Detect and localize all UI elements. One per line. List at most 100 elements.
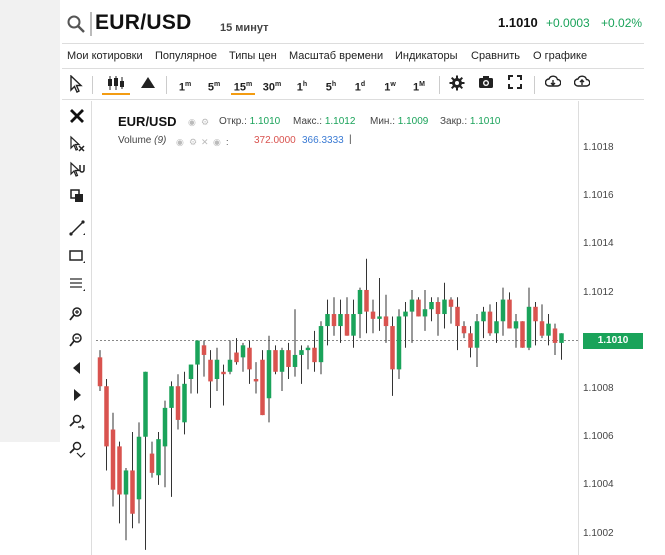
- scroll-left-icon[interactable]: [68, 359, 86, 377]
- candle: [559, 333, 564, 360]
- magnet-icon[interactable]: [68, 161, 86, 179]
- drawing-tools-panel: [62, 101, 92, 555]
- candle: [214, 347, 220, 392]
- quote-header: EUR/USD 15 минут 1.1010 +0.0003 +0.02%: [62, 8, 652, 38]
- candle: [526, 287, 532, 351]
- candle: [377, 277, 382, 331]
- price-tick: 1.1002: [583, 528, 614, 539]
- price-change-absolute: +0.0003: [546, 16, 590, 30]
- chart-plot: [96, 258, 578, 550]
- candle: [221, 364, 226, 406]
- menu-my-quotes[interactable]: Мои котировки: [67, 50, 143, 62]
- last-price: 1.1010: [498, 15, 538, 30]
- candle: [273, 345, 278, 375]
- interval-1m-button[interactable]: 1m: [176, 75, 194, 95]
- volume-settings-icon[interactable]: ⚙: [189, 137, 197, 148]
- candle: [520, 321, 525, 348]
- candle: [500, 287, 506, 336]
- candle: [552, 323, 558, 355]
- menu-price-types[interactable]: Типы цен: [229, 50, 277, 62]
- volume-eye-icon[interactable]: ◉: [176, 137, 184, 148]
- candle: [331, 297, 337, 336]
- interval-1h-button[interactable]: 1h: [294, 75, 310, 95]
- fullscreen-icon[interactable]: [506, 75, 524, 95]
- interval-30m-button[interactable]: 30m: [260, 75, 284, 95]
- eye-icon[interactable]: ◉: [188, 117, 196, 128]
- price-tick: 1.1006: [583, 431, 614, 442]
- interval-1d-button[interactable]: 1d: [352, 75, 368, 95]
- price-tick: 1.1008: [583, 383, 614, 394]
- candle: [422, 289, 428, 331]
- fibonacci-icon[interactable]: [68, 275, 86, 293]
- interval-5m-button[interactable]: 5m: [205, 75, 223, 95]
- trend-line-icon[interactable]: [68, 219, 86, 237]
- candle: [455, 297, 460, 351]
- volume-value-b: 366.3333: [302, 135, 344, 146]
- settings-small-icon[interactable]: ⚙: [201, 117, 209, 128]
- candle: [253, 362, 259, 394]
- candle: [507, 292, 512, 329]
- candle: [403, 302, 408, 348]
- menu-compare[interactable]: Сравнить: [471, 50, 520, 62]
- price-tick: 1.1016: [583, 190, 614, 201]
- search-icon[interactable]: [66, 14, 86, 34]
- candle: [130, 431, 135, 529]
- camera-icon[interactable]: [477, 75, 495, 95]
- candle: [338, 299, 343, 343]
- candle: [97, 350, 103, 392]
- scroll-right-icon[interactable]: [68, 386, 86, 404]
- candle: [533, 302, 538, 346]
- candle: [396, 309, 402, 379]
- candle: [227, 340, 233, 375]
- candle: [429, 297, 434, 322]
- candle: [416, 297, 421, 317]
- interval-1M-button[interactable]: 1M: [410, 75, 428, 95]
- mountain-icon[interactable]: [138, 75, 158, 95]
- delete-drawings-icon[interactable]: [68, 135, 86, 153]
- candle: [169, 381, 174, 497]
- candle: [487, 304, 493, 336]
- zoom-in-icon[interactable]: [68, 305, 86, 323]
- candle: [136, 422, 142, 524]
- chart-menu-bar: Мои котировки Популярное Типы цен Масшта…: [62, 43, 644, 69]
- candle: [156, 431, 161, 485]
- interval-1w-button[interactable]: 1w: [381, 75, 399, 95]
- interval-5h-button[interactable]: 5h: [323, 75, 339, 95]
- candle: [357, 287, 363, 339]
- candle: [149, 441, 155, 478]
- candlestick-chart[interactable]: [96, 101, 578, 555]
- menu-time-scale[interactable]: Масштаб времени: [289, 50, 383, 62]
- interval-15m-button[interactable]: 15m: [231, 75, 255, 95]
- candle: [175, 374, 181, 430]
- zoom-range-icon[interactable]: [68, 413, 86, 431]
- gear-icon[interactable]: [448, 75, 466, 95]
- candles-icon[interactable]: [102, 75, 130, 95]
- candle: [305, 345, 311, 370]
- price-tick: 1.1012: [583, 287, 614, 298]
- candle: [461, 321, 467, 339]
- close-icon[interactable]: [68, 107, 86, 125]
- zoom-out-icon[interactable]: [68, 331, 86, 349]
- rectangle-tool-icon[interactable]: [68, 247, 86, 265]
- volume-close-icon[interactable]: ✕: [201, 137, 209, 148]
- candle: [208, 350, 213, 408]
- menu-indicators[interactable]: Индикаторы: [395, 50, 458, 62]
- legend-high: Макс.: 1.1012: [293, 116, 356, 127]
- upload-icon[interactable]: [573, 75, 591, 95]
- candle: [370, 299, 376, 334]
- cursor-icon[interactable]: [68, 74, 84, 95]
- download-icon[interactable]: [544, 75, 562, 95]
- chart-legend: EUR/USD ◉ ⚙ Откр.: 1.1010 Макс.: 1.1012 …: [118, 114, 558, 154]
- menu-popular[interactable]: Популярное: [155, 50, 217, 62]
- volume-clone-icon[interactable]: ◉: [213, 137, 221, 148]
- candle: [539, 304, 545, 339]
- candle: [474, 314, 480, 367]
- menu-about-chart[interactable]: О графике: [533, 50, 587, 62]
- candle: [143, 371, 148, 550]
- clone-icon[interactable]: [68, 187, 86, 205]
- chart-toolbar: 1m 5m 15m 30m 1h 5h 1d 1w 1M: [62, 70, 644, 100]
- zoom-reset-icon[interactable]: [68, 440, 86, 458]
- candle: [292, 309, 298, 377]
- volume-label: Volume (9): [118, 135, 167, 146]
- candle: [325, 299, 330, 346]
